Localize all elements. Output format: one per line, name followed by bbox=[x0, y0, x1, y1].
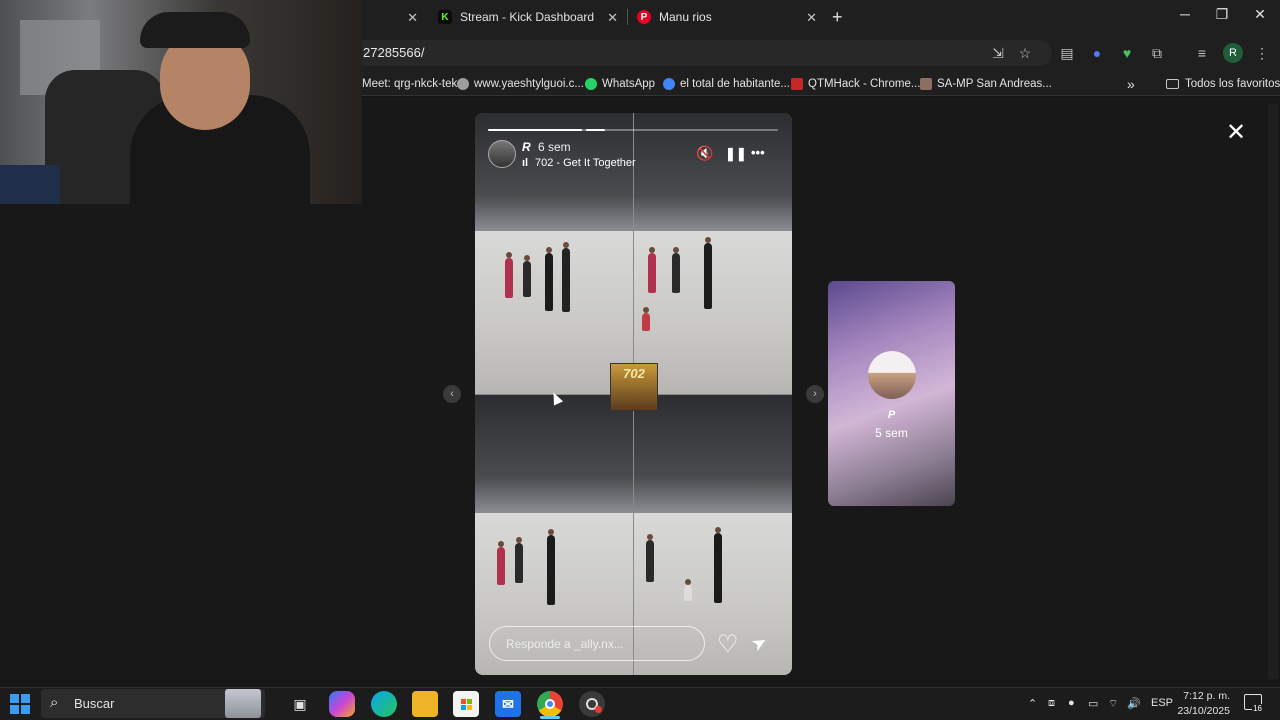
bookmark-qtmhack[interactable]: QTMHack - Chrome... bbox=[791, 76, 920, 92]
clock-time[interactable]: 7:12 p. m. bbox=[1180, 690, 1230, 702]
microsoft-store-icon[interactable] bbox=[453, 691, 479, 717]
extensions-puzzle-icon[interactable]: ⧉ bbox=[1148, 44, 1166, 62]
url-text: 27285566/ bbox=[363, 45, 425, 60]
language-indicator[interactable]: ESP bbox=[1151, 697, 1173, 709]
extension-blue-icon[interactable]: ● bbox=[1088, 44, 1106, 62]
next-story-time: 5 sem bbox=[875, 426, 908, 440]
extension-green-icon[interactable]: ♥ bbox=[1118, 44, 1136, 62]
webcam-overlay bbox=[0, 0, 362, 204]
tab-manu-rios[interactable]: P Manu rios ✕ bbox=[629, 0, 825, 34]
bookmark-label: el total de habitante... bbox=[680, 78, 790, 90]
tab-divider bbox=[627, 9, 628, 25]
more-options-icon[interactable]: ••• bbox=[751, 145, 765, 160]
bookmark-label: www.yaeshtylguoi.c... bbox=[474, 78, 584, 90]
bookmark-label: WhatsApp bbox=[602, 78, 656, 90]
edge-icon[interactable] bbox=[371, 691, 397, 717]
verified-mark-icon: R bbox=[522, 140, 531, 154]
wifi-icon[interactable]: ⌔ bbox=[1108, 697, 1118, 711]
globe-icon bbox=[457, 78, 469, 90]
pause-icon[interactable]: ❚❚ bbox=[725, 146, 747, 162]
next-story-preview[interactable]: P 5 sem bbox=[828, 281, 955, 506]
obs-icon[interactable] bbox=[579, 691, 605, 717]
reply-placeholder: Responde a _ally.nx... bbox=[506, 637, 624, 651]
story-author-avatar[interactable] bbox=[488, 140, 516, 168]
file-explorer-icon[interactable] bbox=[412, 691, 438, 717]
install-app-icon[interactable]: ⇲ bbox=[989, 44, 1007, 62]
close-viewer-icon[interactable]: ✕ bbox=[1226, 118, 1246, 147]
tab-kick-dashboard[interactable]: K Stream - Kick Dashboard ✕ bbox=[430, 0, 626, 34]
clock-date[interactable]: 23/10/2025 bbox=[1176, 705, 1230, 717]
story-card[interactable]: 702 bbox=[475, 113, 792, 675]
task-view-icon[interactable]: ▣ bbox=[287, 691, 313, 717]
tray-app-icon[interactable]: ⧈ bbox=[1048, 697, 1055, 710]
volume-icon[interactable]: 🔊 bbox=[1127, 697, 1141, 710]
bookmark-label: Todos los favoritos bbox=[1185, 78, 1280, 90]
recording-dot-icon bbox=[595, 706, 602, 713]
story-progress-segment bbox=[586, 129, 605, 131]
bookmark-samp[interactable]: SA-MP San Andreas... bbox=[920, 76, 1052, 92]
tab-active[interactable]: ✕ bbox=[362, 0, 426, 34]
minimize-icon[interactable]: ─ bbox=[1165, 6, 1205, 22]
notifications-count: 16 bbox=[1252, 704, 1263, 713]
copilot-icon[interactable] bbox=[329, 691, 355, 717]
bookmark-habitantes[interactable]: el total de habitante... bbox=[663, 76, 790, 92]
windows-start-icon[interactable] bbox=[10, 694, 30, 714]
bookmark-star-icon[interactable]: ☆ bbox=[1016, 44, 1034, 62]
tab-label: Manu rios bbox=[659, 10, 712, 24]
microphone-icon[interactable]: ● bbox=[1068, 697, 1075, 709]
address-bar[interactable] bbox=[352, 40, 1052, 66]
tab-close-icon[interactable]: ✕ bbox=[407, 10, 418, 26]
pinterest-icon: P bbox=[637, 10, 651, 24]
mute-icon[interactable]: 🔇 bbox=[696, 145, 713, 162]
samp-icon bbox=[920, 78, 932, 90]
reading-mode-icon[interactable]: ▤ bbox=[1058, 44, 1076, 62]
google-icon bbox=[663, 78, 675, 90]
new-tab-icon[interactable]: + bbox=[832, 7, 843, 28]
like-heart-icon[interactable]: ♡ bbox=[717, 630, 739, 659]
next-story-avatar bbox=[868, 351, 916, 399]
active-app-indicator bbox=[540, 716, 560, 719]
folder-icon bbox=[1166, 79, 1179, 89]
sticker-text: 702 bbox=[623, 366, 645, 381]
outlook-icon[interactable]: ✉ bbox=[495, 691, 521, 717]
bookmark-label: QTMHack - Chrome... bbox=[808, 78, 921, 90]
tab-close-icon[interactable]: ✕ bbox=[806, 10, 817, 26]
window-close-icon[interactable]: ✕ bbox=[1240, 6, 1280, 23]
bookmark-meet[interactable]: Meet: qrg-nkck-tek bbox=[362, 76, 457, 92]
whatsapp-icon bbox=[585, 78, 597, 90]
page-scrollbar[interactable] bbox=[1268, 104, 1278, 679]
media-control-icon[interactable]: ≡ bbox=[1193, 44, 1211, 62]
bookmark-label: Meet: qrg-nkck-tek bbox=[362, 78, 458, 90]
search-label: Buscar bbox=[74, 696, 115, 711]
tab-label: Stream - Kick Dashboard bbox=[460, 10, 595, 24]
bookmarks-overflow-icon[interactable]: » bbox=[1127, 76, 1135, 92]
tab-close-icon[interactable]: ✕ bbox=[607, 10, 618, 26]
tray-overflow-icon[interactable]: ⌃ bbox=[1028, 697, 1037, 710]
previous-story-icon[interactable]: ‹ bbox=[443, 385, 461, 403]
story-song[interactable]: 702 - Get It Together bbox=[535, 157, 636, 169]
song-album-sticker[interactable]: 702 bbox=[610, 363, 658, 411]
pinterest-mark-icon: P bbox=[887, 409, 896, 421]
battery-icon[interactable]: ▭ bbox=[1088, 697, 1098, 710]
bookmark-whatsapp[interactable]: WhatsApp bbox=[585, 76, 655, 92]
restore-icon[interactable]: ❐ bbox=[1202, 6, 1242, 23]
story-progress-segment bbox=[488, 129, 582, 131]
chrome-icon[interactable] bbox=[537, 691, 563, 717]
search-highlight-image bbox=[225, 689, 261, 718]
qtmhack-icon bbox=[791, 78, 803, 90]
bookmark-label: SA-MP San Andreas... bbox=[937, 78, 1052, 90]
kick-icon: K bbox=[438, 10, 452, 24]
profile-avatar[interactable]: R bbox=[1223, 43, 1243, 63]
story-time: 6 sem bbox=[538, 140, 571, 154]
bookmark-yaeshty[interactable]: www.yaeshtylguoi.c... bbox=[457, 76, 584, 92]
all-bookmarks-folder[interactable]: Todos los favoritos bbox=[1166, 76, 1280, 92]
chrome-menu-icon[interactable]: ⋮ bbox=[1253, 44, 1271, 62]
search-icon: ⌕ bbox=[50, 694, 59, 711]
next-story-icon[interactable]: › bbox=[806, 385, 824, 403]
music-bars-icon: ıl bbox=[522, 157, 529, 169]
